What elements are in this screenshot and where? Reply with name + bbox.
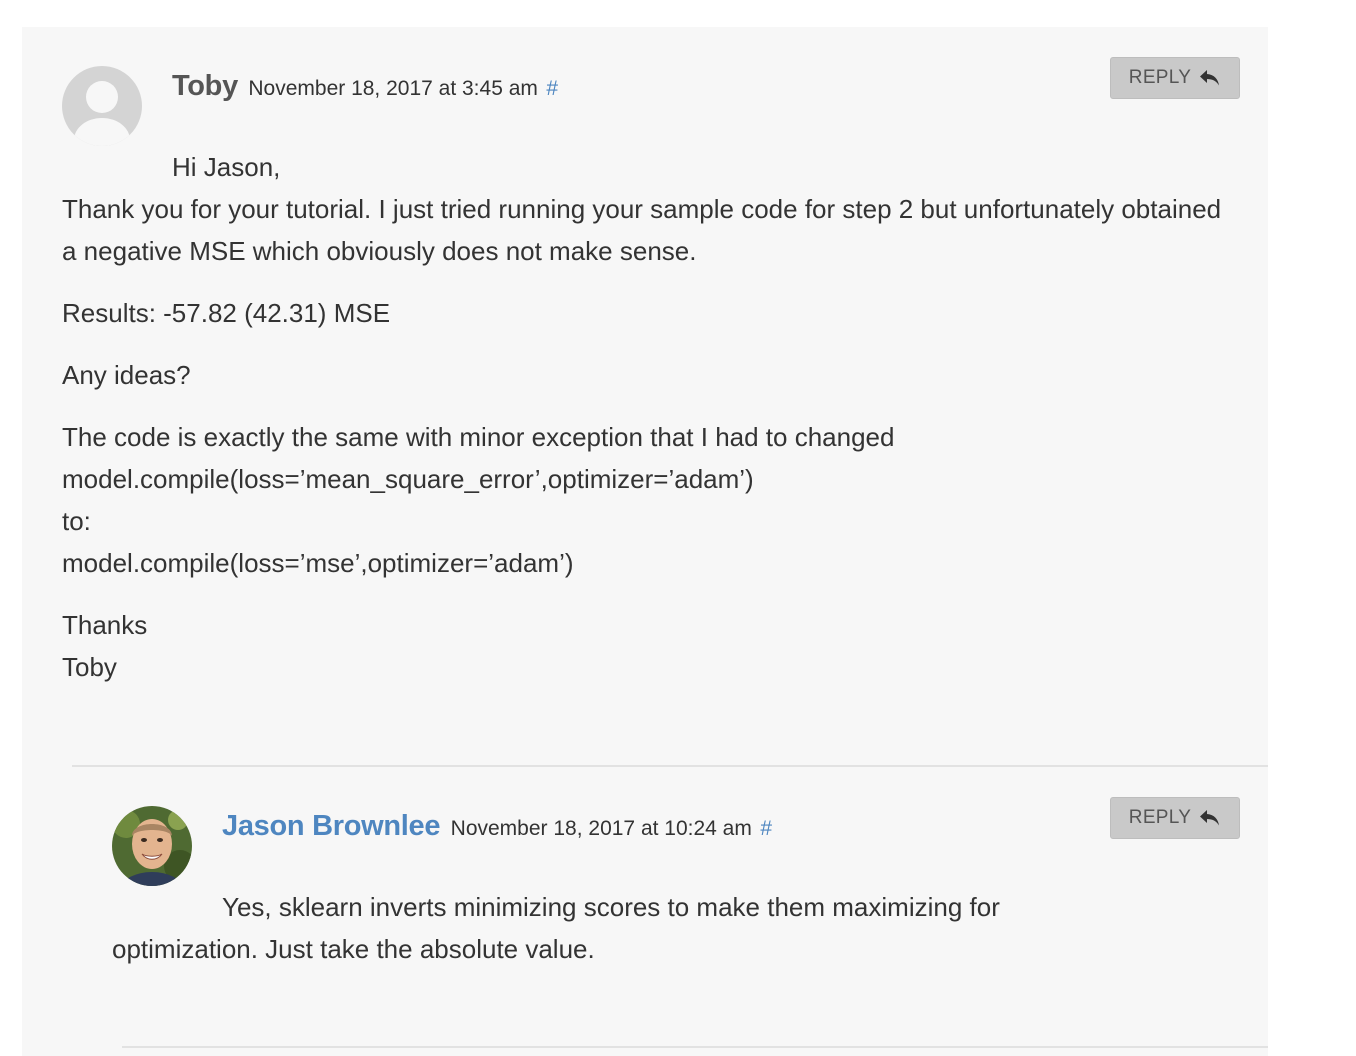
reply-button-label: REPLY xyxy=(1128,807,1192,828)
reply-button-label: REPLY xyxy=(1128,67,1192,88)
permalink-link[interactable]: # xyxy=(546,77,558,100)
comment-body: Yes, sklearn inverts minimizing scores t… xyxy=(112,886,1072,990)
reply-button[interactable]: REPLY xyxy=(1110,797,1240,839)
comment-date[interactable]: November 18, 2017 at 3:45 am xyxy=(248,77,538,100)
comment-divider xyxy=(122,1046,1268,1048)
comment-line: Thanks xyxy=(62,610,148,640)
comment-line: Yes, sklearn inverts minimizing scores t… xyxy=(112,892,1000,964)
comment-line: Thank you for your tutorial. I just trie… xyxy=(62,194,1222,266)
comment-body: Hi Jason, Thank you for your tutorial. I… xyxy=(62,146,1242,708)
comment-line: model.compile(loss=’mean_square_error’,o… xyxy=(62,464,754,494)
comment-date[interactable]: November 18, 2017 at 10:24 am xyxy=(451,817,752,840)
user-photo-avatar xyxy=(112,806,192,886)
reply-button[interactable]: REPLY xyxy=(1110,57,1240,99)
comment-divider xyxy=(72,765,1268,767)
comment-line: Results: -57.82 (42.31) MSE xyxy=(62,298,391,328)
comment-meta: Toby November 18, 2017 at 3:45 am # xyxy=(172,70,558,103)
comment-line: model.compile(loss=’mse’,optimizer=’adam… xyxy=(62,548,574,578)
comment-meta: Jason Brownlee November 18, 2017 at 10:2… xyxy=(222,810,772,843)
comment-paragraph: The code is exactly the same with minor … xyxy=(62,416,1242,584)
comment-line: Any ideas? xyxy=(62,360,191,390)
comment-paragraph: Results: -57.82 (42.31) MSE xyxy=(62,292,1242,334)
comment-paragraph: Thanks Toby xyxy=(62,604,1242,688)
reply-arrow-icon xyxy=(1200,70,1220,86)
comment-line: Toby xyxy=(62,652,117,682)
comment-line: to: xyxy=(62,506,91,536)
comment-author: Toby xyxy=(172,70,238,102)
comment-line: Hi Jason, xyxy=(172,152,281,182)
comment-paragraph: Yes, sklearn inverts minimizing scores t… xyxy=(112,886,1072,970)
comment-paragraph: Hi Jason, Thank you for your tutorial. I… xyxy=(62,146,1242,272)
default-avatar-icon xyxy=(62,66,142,146)
reply-arrow-icon xyxy=(1200,810,1220,826)
permalink-link[interactable]: # xyxy=(760,817,772,840)
comment-line: The code is exactly the same with minor … xyxy=(62,422,895,452)
comment-paragraph: Any ideas? xyxy=(62,354,1242,396)
comment-author-link[interactable]: Jason Brownlee xyxy=(222,810,441,842)
